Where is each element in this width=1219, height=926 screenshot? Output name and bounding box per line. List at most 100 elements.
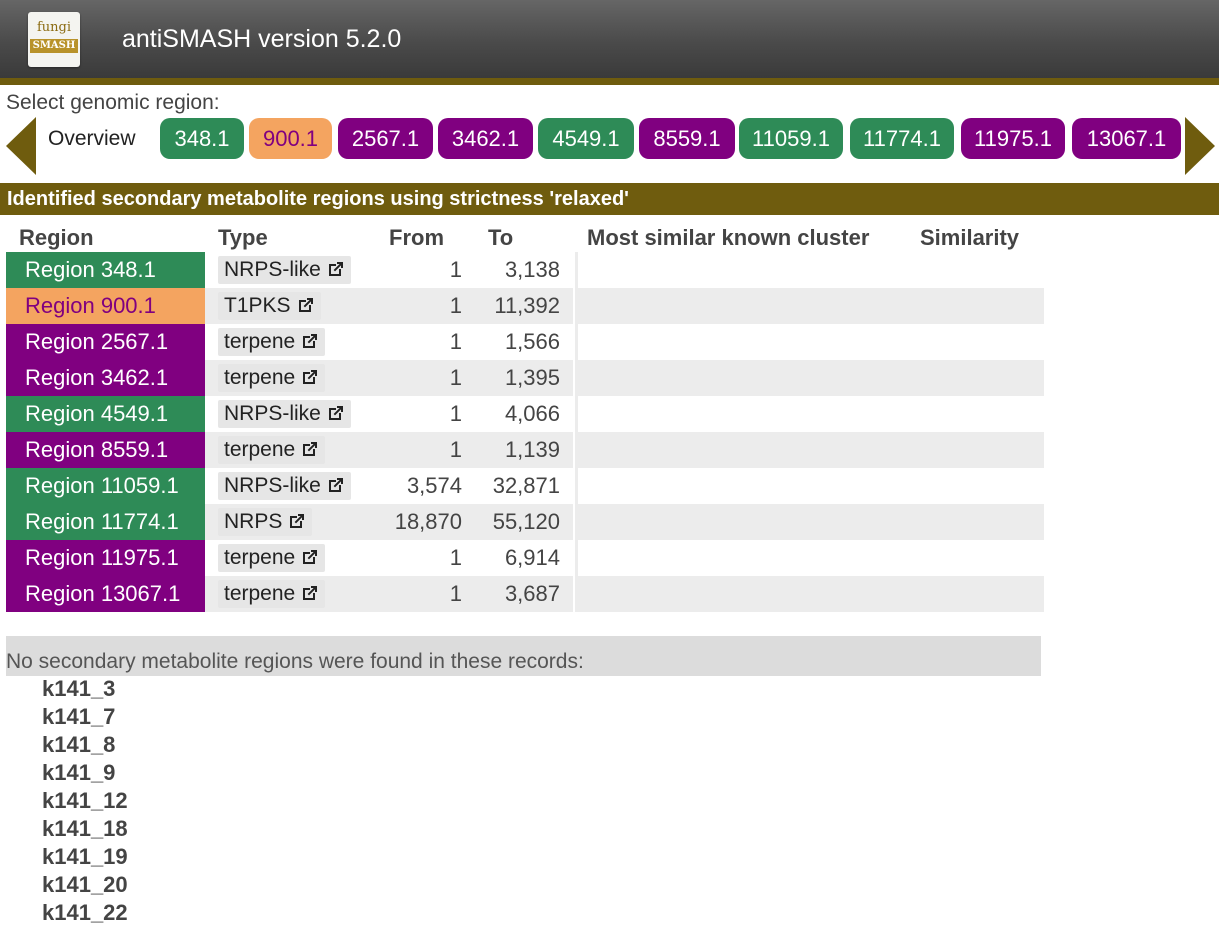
region-pill[interactable]: 2567.1 <box>338 118 433 159</box>
type-label: NRPS-like <box>224 258 321 281</box>
to-value: 6,914 <box>504 545 560 570</box>
select-region-label: Select genomic region: <box>6 91 220 114</box>
region-pill[interactable]: 3462.1 <box>438 118 533 159</box>
external-link-icon <box>291 294 315 317</box>
record-item: k141_20 <box>42 872 128 897</box>
region-pill[interactable]: 11059.1 <box>739 118 843 159</box>
header-region: Region <box>19 225 94 250</box>
to-value: 4,066 <box>504 401 560 426</box>
header-similarity: Similarity <box>920 225 1020 250</box>
header-from: From <box>389 225 444 250</box>
region-link[interactable]: Region 8559.1 <box>6 432 205 468</box>
from-value: 1 <box>449 329 462 354</box>
type-link[interactable]: NRPS-like <box>218 256 351 284</box>
no-regions-text: No secondary metabolite regions were fou… <box>6 650 584 673</box>
type-link[interactable]: NRPS-like <box>218 472 351 500</box>
fungismash-logo[interactable]: fungi SMASH <box>28 12 80 67</box>
region-link[interactable]: Region 348.1 <box>6 252 205 288</box>
type-link[interactable]: T1PKS <box>218 292 321 320</box>
logo-smash-text: SMASH <box>30 39 78 53</box>
record-item: k141_19 <box>42 844 128 869</box>
app-title: antiSMASH version 5.2.0 <box>122 25 402 53</box>
region-link[interactable]: Region 4549.1 <box>6 396 205 432</box>
cluster-cell <box>575 252 1044 288</box>
from-value: 1 <box>449 581 462 606</box>
to-value: 32,871 <box>492 473 560 498</box>
from-value: 1 <box>449 401 462 426</box>
cluster-cell <box>575 360 1044 396</box>
type-label: NRPS-like <box>224 474 321 497</box>
to-value: 11,392 <box>494 293 560 318</box>
region-link[interactable]: Region 11059.1 <box>6 468 205 504</box>
type-label: NRPS <box>224 510 283 533</box>
region-link[interactable]: Region 13067.1 <box>6 576 205 612</box>
region-link[interactable]: Region 11975.1 <box>6 540 205 576</box>
scroll-right-arrow-icon[interactable] <box>1185 117 1215 175</box>
from-value: 1 <box>449 293 462 318</box>
type-label: terpene <box>224 330 296 353</box>
type-label: NRPS-like <box>224 402 321 425</box>
external-link-icon <box>321 258 345 281</box>
region-link[interactable]: Region 11774.1 <box>6 504 205 540</box>
header-most-similar-cluster: Most similar known cluster <box>587 225 870 250</box>
header-to: To <box>488 225 514 250</box>
scroll-left-arrow-icon[interactable] <box>6 117 36 175</box>
record-item: k141_12 <box>42 788 128 813</box>
cluster-cell <box>575 288 1044 324</box>
record-item: k141_18 <box>42 816 128 841</box>
region-pill[interactable]: 13067.1 <box>1072 118 1181 159</box>
type-label: terpene <box>224 366 296 389</box>
type-label: terpene <box>224 438 296 461</box>
to-value: 1,566 <box>504 329 560 354</box>
cluster-cell <box>575 324 1044 360</box>
type-label: terpene <box>224 546 296 569</box>
external-link-icon <box>321 402 345 425</box>
type-link[interactable]: terpene <box>218 364 326 392</box>
from-value: 3,574 <box>406 473 462 498</box>
from-value: 1 <box>449 257 462 282</box>
external-link-icon <box>282 510 306 533</box>
to-value: 1,139 <box>504 437 560 462</box>
to-value: 3,687 <box>504 581 560 606</box>
type-link[interactable]: terpene <box>218 544 326 572</box>
cluster-cell <box>575 540 1044 576</box>
type-link[interactable]: terpene <box>218 436 326 464</box>
to-value: 55,120 <box>492 509 560 534</box>
external-link-icon <box>295 582 319 605</box>
from-value: 18,870 <box>394 509 462 534</box>
region-link[interactable]: Region 900.1 <box>6 288 205 324</box>
cluster-cell <box>575 432 1044 468</box>
type-label: terpene <box>224 582 296 605</box>
external-link-icon <box>295 366 319 389</box>
region-pill[interactable]: 11975.1 <box>961 118 1065 159</box>
external-link-icon <box>295 546 319 569</box>
type-link[interactable]: NRPS <box>218 508 313 536</box>
region-link[interactable]: Region 3462.1 <box>6 360 205 396</box>
record-item: k141_8 <box>42 732 116 757</box>
region-pill[interactable]: 900.1 <box>249 118 332 159</box>
region-link[interactable]: Region 2567.1 <box>6 324 205 360</box>
region-pill[interactable]: 348.1 <box>160 118 244 159</box>
cluster-cell <box>575 504 1044 540</box>
type-link[interactable]: NRPS-like <box>218 400 351 428</box>
record-item: k141_7 <box>42 704 116 729</box>
record-item: k141_3 <box>42 676 116 701</box>
type-link[interactable]: terpene <box>218 328 326 356</box>
type-label: T1PKS <box>224 294 291 317</box>
logo-fungi-text: fungi <box>36 20 72 35</box>
section-title: Identified secondary metabolite regions … <box>0 183 1219 215</box>
region-pill[interactable]: 4549.1 <box>538 118 634 159</box>
cluster-cell <box>575 468 1044 504</box>
record-item: k141_22 <box>42 900 128 925</box>
header-divider <box>0 78 1219 85</box>
type-link[interactable]: terpene <box>218 580 326 608</box>
record-item: k141_9 <box>42 760 116 785</box>
overview-link[interactable]: Overview <box>48 127 136 151</box>
to-value: 1,395 <box>504 365 560 390</box>
header-type: Type <box>218 225 268 250</box>
cluster-cell <box>575 576 1044 612</box>
external-link-icon <box>295 330 319 353</box>
region-pill[interactable]: 11774.1 <box>850 118 954 159</box>
region-pill[interactable]: 8559.1 <box>639 118 735 159</box>
to-value: 3,138 <box>504 257 560 282</box>
